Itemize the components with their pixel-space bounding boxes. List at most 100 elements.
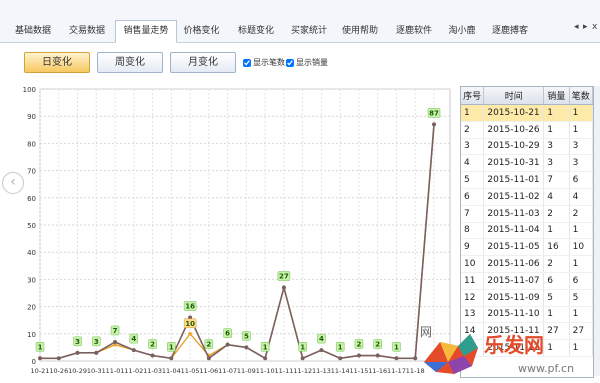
data-label: 1 <box>169 343 174 351</box>
table-cell: 1 <box>569 306 593 324</box>
y-tick-label: 40 <box>27 249 36 257</box>
day-change-button[interactable]: 日变化 <box>24 52 90 73</box>
x-tick-label: 10-29 <box>68 367 87 375</box>
table-cell: 4 <box>543 188 570 206</box>
chevron-left-icon[interactable]: ‹ <box>2 172 24 194</box>
table-cell: 2015-11-02 <box>483 188 545 206</box>
table-cell: 2015-10-29 <box>483 138 545 156</box>
table-row[interactable]: 1 2015-10-21 1 1 <box>461 104 593 122</box>
table-cell: 5 <box>543 289 570 307</box>
table-cell: 9 <box>461 238 485 257</box>
x-tick-label: 10-26 <box>49 367 68 375</box>
tab-4[interactable]: 价格变化 <box>176 21 227 41</box>
series-point <box>113 339 118 344</box>
table-row[interactable]: 13 2015-11-10 1 1 <box>461 306 593 324</box>
show-sales-checkbox[interactable]: 显示销量 <box>286 57 328 68</box>
show-orders-checkbox[interactable]: 显示笔数 <box>243 57 285 68</box>
tab-prev-icon[interactable]: ◂ <box>574 22 579 32</box>
x-tick-label: 11-11 <box>274 367 293 375</box>
watermark-url: www.pf.cn <box>518 362 574 375</box>
table-row[interactable]: 10 2015-11-06 2 1 <box>461 255 593 273</box>
table-cell: 2015-11-01 <box>483 171 545 189</box>
tab-9[interactable]: 淘小鹿 <box>443 21 481 41</box>
y-tick-label: 20 <box>27 304 36 312</box>
y-tick-label: 0 <box>32 358 36 366</box>
data-label: 2 <box>375 341 380 349</box>
tab-6[interactable]: 买家统计 <box>284 21 334 41</box>
table-row[interactable]: 5 2015-11-01 7 6 <box>461 171 593 189</box>
tab-2[interactable]: 交易数据 <box>62 21 112 41</box>
table-cell: 4 <box>569 188 593 206</box>
table-header-1[interactable]: 序号 <box>461 87 485 105</box>
x-tick-label: 11-03 <box>143 367 162 375</box>
data-label: 1 <box>300 343 305 351</box>
table-cell: 1 <box>543 222 570 240</box>
x-tick-label: 11-09 <box>237 367 256 375</box>
series-point <box>394 356 399 361</box>
table-cell: 1 <box>569 222 593 240</box>
table-cell: 3 <box>543 154 570 173</box>
series-point <box>56 356 61 361</box>
y-tick-label: 100 <box>23 86 36 94</box>
table-header-2[interactable]: 时间 <box>483 87 545 105</box>
table-cell: 8 <box>461 222 485 240</box>
table-row[interactable]: 4 2015-10-31 3 3 <box>461 154 593 173</box>
table-cell: 2 <box>461 121 485 139</box>
table-cell: 5 <box>461 171 485 189</box>
x-tick-label: 11-17 <box>387 367 406 375</box>
table-row[interactable]: 9 2015-11-05 16 10 <box>461 238 593 257</box>
table-cell: 2015-11-03 <box>483 205 545 223</box>
data-label: 7 <box>113 327 118 335</box>
x-tick-label: 11-12 <box>293 367 312 375</box>
table-row[interactable]: 3 2015-10-29 3 3 <box>461 138 593 156</box>
table-row[interactable]: 11 2015-11-07 6 6 <box>461 272 593 290</box>
table-header-4[interactable]: 笔数 <box>569 87 593 105</box>
table-cell: 2015-11-10 <box>483 306 545 324</box>
table-row[interactable]: 2 2015-10-26 1 1 <box>461 121 593 139</box>
tab-close-icon[interactable]: x <box>592 22 597 32</box>
table-row[interactable]: 6 2015-11-02 4 4 <box>461 188 593 206</box>
table-cell: 12 <box>461 289 485 307</box>
table-cell: 1 <box>543 104 570 122</box>
table-cell: 2015-11-07 <box>483 272 545 290</box>
y-tick-label: 10 <box>27 331 36 339</box>
table-row[interactable]: 12 2015-11-09 5 5 <box>461 289 593 307</box>
table-cell: 3 <box>543 138 570 156</box>
table-cell: 3 <box>461 138 485 156</box>
table-cell: 3 <box>569 154 593 173</box>
sales-trend-chart: 0 10 20 30 40 50 60 70 80 90 100 10-21 10-26 10-29 10-… <box>23 86 451 375</box>
tab-1[interactable]: 基础数据 <box>8 21 58 41</box>
table-cell: 2015-11-04 <box>483 222 545 240</box>
tab-7[interactable]: 使用帮助 <box>336 21 384 41</box>
table-cell: 1 <box>461 104 485 122</box>
table-row[interactable]: 7 2015-11-03 2 2 <box>461 205 593 223</box>
x-tick-label: 11-15 <box>350 367 369 375</box>
table-header-3[interactable]: 销量 <box>543 87 570 105</box>
month-change-button[interactable]: 月变化 <box>170 52 236 73</box>
series-point <box>150 353 155 358</box>
x-tick-label: 11-02 <box>124 367 143 375</box>
table-cell: 1 <box>569 104 593 122</box>
table-cell: 2 <box>543 255 570 273</box>
show-orders-label: 显示笔数 <box>253 58 285 67</box>
show-sales-label: 显示销量 <box>296 58 328 67</box>
series-point <box>281 285 286 290</box>
tab-5[interactable]: 标题变化 <box>231 21 281 41</box>
series-point <box>244 345 249 350</box>
data-label: 2 <box>150 341 155 349</box>
table-row[interactable]: 8 2015-11-04 1 1 <box>461 222 593 240</box>
x-tick-label: 11-16 <box>368 367 387 375</box>
table-cell: 4 <box>461 154 485 173</box>
data-label: 1 <box>38 343 43 351</box>
table-cell: 1 <box>543 306 570 324</box>
tab-10[interactable]: 逐鹿搏客 <box>484 21 536 41</box>
tab-3[interactable]: 销售量走势 <box>115 20 177 43</box>
x-tick-label: 11-14 <box>331 367 350 375</box>
y-tick-label: 70 <box>27 168 36 176</box>
week-change-button[interactable]: 周变化 <box>97 52 163 73</box>
tab-next-icon[interactable]: ▸ <box>583 22 588 32</box>
table-cell: 2 <box>543 205 570 223</box>
data-label: 1 <box>263 343 268 351</box>
table-cell: 6 <box>569 171 593 189</box>
tab-8[interactable]: 逐鹿软件 <box>388 21 440 41</box>
